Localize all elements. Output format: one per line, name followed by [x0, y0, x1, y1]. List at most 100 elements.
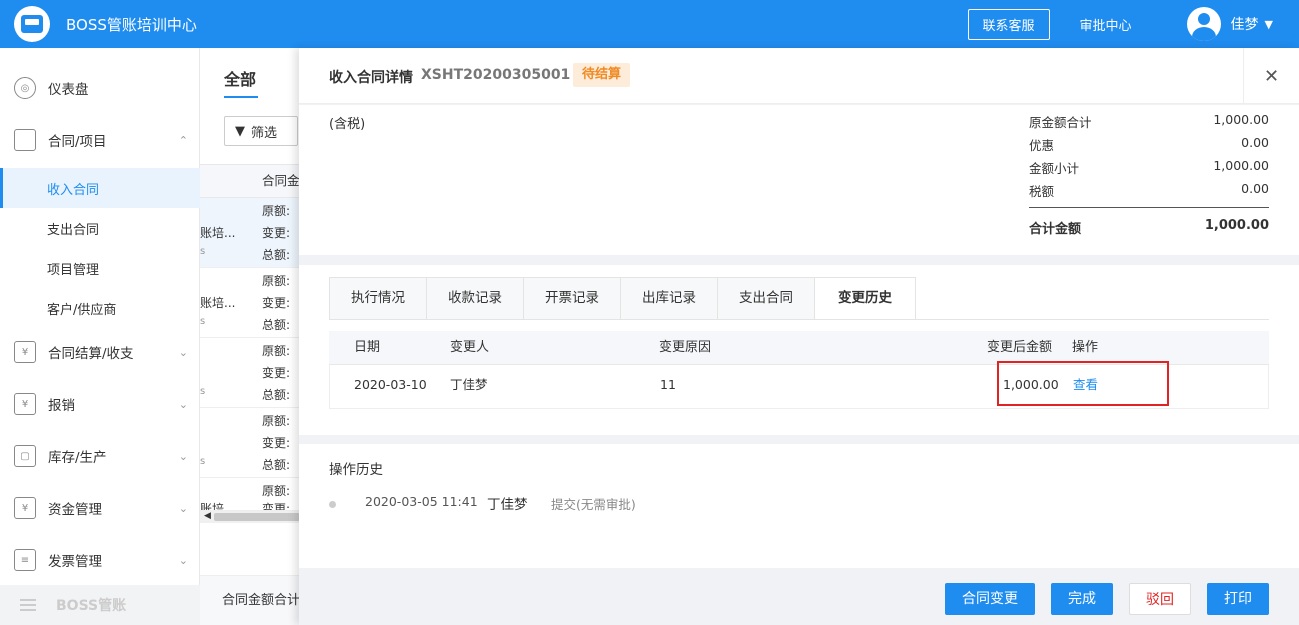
- column-header-reason: 变更原因: [659, 340, 712, 355]
- summary-divider: [1029, 207, 1269, 208]
- amount-summary-card: (含税) 原金额合计 1,000.00 优惠 0.00 金额小计 1,000.0…: [299, 105, 1299, 255]
- row-label: 原额:: [262, 344, 291, 358]
- column-header-action: 操作: [1072, 340, 1099, 355]
- row-label: 变更:: [262, 502, 291, 511]
- folder-icon: [14, 129, 36, 151]
- column-header-amount: 变更后金额: [987, 340, 1053, 355]
- tab-execution[interactable]: 执行情况: [330, 278, 427, 319]
- settlement-icon: ¥: [14, 341, 36, 363]
- sidebar-item-label: 库存/生产: [48, 450, 107, 466]
- contact-support-button[interactable]: 联系客服: [967, 8, 1050, 40]
- tax-note: (含税): [329, 117, 366, 132]
- sidebar-item-label: 合同结算/收支: [48, 346, 134, 362]
- sidebar: ◎ 仪表盘 合同/项目 ⌃ 收入合同 支出合同 项目管理 客户/供应商 ¥ 合同…: [0, 48, 200, 625]
- app-title: BOSS管账培训中心: [66, 15, 197, 34]
- top-bar: BOSS管账培训中心 联系客服 审批中心 佳梦 ▼: [0, 0, 1299, 48]
- summary-row: 原金额合计 1,000.00: [1029, 112, 1269, 131]
- approval-center-link[interactable]: 审批中心: [1080, 15, 1132, 34]
- row-name: 账培...: [200, 226, 236, 240]
- row-label: 原额:: [262, 484, 291, 498]
- table-row[interactable]: 账培... s 原额: 变更: 总额:: [200, 198, 300, 268]
- filter-button[interactable]: ▼ 筛选: [224, 116, 298, 146]
- tab-invoicing[interactable]: 开票记录: [524, 278, 621, 319]
- sidebar-item-invoices[interactable]: ≡ 发票管理 ⌄: [0, 540, 200, 580]
- table-row[interactable]: s 原额: 变更: 总额:: [200, 408, 300, 478]
- contract-change-button[interactable]: 合同变更: [945, 583, 1035, 615]
- change-date: 2020-03-10: [354, 377, 427, 392]
- summary-label: 税额: [1029, 184, 1055, 199]
- sidebar-item-projects[interactable]: 项目管理: [0, 248, 200, 288]
- user-name[interactable]: 佳梦: [1231, 14, 1259, 34]
- close-button[interactable]: ✕: [1243, 48, 1299, 104]
- table-header: 合同金: [200, 164, 300, 198]
- app-logo-icon: [14, 6, 50, 42]
- row-label: 变更:: [262, 296, 291, 310]
- tabs-divider: [329, 319, 1269, 320]
- sidebar-item-income-contract[interactable]: 收入合同: [0, 168, 200, 208]
- box-icon: ▢: [14, 445, 36, 467]
- drawer-footer: 合同变更 完成 驳回 打印: [299, 568, 1299, 625]
- sidebar-item-funds[interactable]: ¥ 资金管理 ⌄: [0, 488, 200, 528]
- sidebar-item-dashboard[interactable]: ◎ 仪表盘: [0, 68, 200, 108]
- sidebar-item-settlement[interactable]: ¥ 合同结算/收支 ⌄: [0, 332, 200, 372]
- sidebar-item-expense-contract[interactable]: 支出合同: [0, 208, 200, 248]
- sidebar-footer-label: BOSS管账: [56, 598, 127, 614]
- history-user: 丁佳梦: [487, 497, 528, 513]
- print-button[interactable]: 打印: [1207, 583, 1269, 615]
- reimburse-icon: ¥: [14, 393, 36, 415]
- tab-outbound[interactable]: 出库记录: [621, 278, 718, 319]
- table-row[interactable]: s 原额: 变更: 总额:: [200, 338, 300, 408]
- change-reason: 11: [660, 377, 676, 392]
- scroll-left-icon[interactable]: ◀: [204, 511, 211, 521]
- menu-icon: [20, 599, 36, 611]
- column-header-user: 变更人: [450, 340, 490, 355]
- total-label: 合计金额: [1029, 222, 1082, 237]
- tab-change-history[interactable]: 变更历史: [815, 278, 915, 320]
- summary-row: 优惠 0.00: [1029, 135, 1269, 154]
- tab-expense-contract[interactable]: 支出合同: [718, 278, 815, 319]
- table-row[interactable]: 账培... s 原额: 变更: 总额:: [200, 268, 300, 338]
- tab-all[interactable]: 全部: [224, 66, 256, 90]
- row-label: 原额:: [262, 204, 291, 218]
- summary-row: 金额小计 1,000.00: [1029, 158, 1269, 177]
- close-icon: ✕: [1263, 65, 1280, 87]
- table-row[interactable]: 账培 原额: 变更:: [200, 478, 300, 511]
- history-action: 提交(无需审批): [551, 497, 636, 512]
- summary-value: 1,000.00: [1213, 158, 1269, 173]
- sidebar-item-label: 仪表盘: [48, 82, 89, 98]
- invoice-icon: ≡: [14, 549, 36, 571]
- chevron-down-icon: ⌄: [178, 501, 188, 515]
- reject-button[interactable]: 驳回: [1129, 583, 1191, 615]
- operation-history-card: 操作历史 2020-03-05 11:41 丁佳梦 提交(无需审批): [299, 444, 1299, 568]
- sidebar-item-inventory[interactable]: ▢ 库存/生产 ⌄: [0, 436, 200, 476]
- chevron-down-icon[interactable]: ▼: [1265, 18, 1273, 31]
- history-time: 2020-03-05 11:41: [365, 494, 478, 509]
- list-footer-total: 合同金额合计: [200, 575, 300, 625]
- chevron-down-icon: ⌄: [178, 397, 188, 411]
- sidebar-item-label: 资金管理: [48, 502, 102, 518]
- summary-value: 0.00: [1241, 135, 1269, 150]
- sidebar-item-customers[interactable]: 客户/供应商: [0, 288, 200, 328]
- sidebar-item-label: 报销: [48, 398, 75, 414]
- row-label: 总额:: [262, 388, 291, 402]
- scrollbar-thumb[interactable]: [214, 513, 300, 521]
- sidebar-collapse-button[interactable]: BOSS管账: [0, 585, 200, 625]
- sidebar-item-reimburse[interactable]: ¥ 报销 ⌄: [0, 384, 200, 424]
- user-avatar-icon[interactable]: [1186, 7, 1221, 41]
- chevron-down-icon: ⌄: [178, 553, 188, 567]
- change-history-table-header: 日期 变更人 变更原因 变更后金额 操作: [329, 331, 1269, 365]
- summary-label: 原金额合计: [1029, 115, 1092, 130]
- tab-receipts[interactable]: 收款记录: [427, 278, 524, 319]
- highlight-box: [997, 361, 1169, 406]
- column-header-date: 日期: [354, 340, 381, 355]
- money-icon: ¥: [14, 497, 36, 519]
- sidebar-item-contracts[interactable]: 合同/项目 ⌃: [0, 120, 200, 160]
- chevron-down-icon: ⌄: [178, 345, 188, 359]
- dashboard-icon: ◎: [14, 77, 36, 99]
- filter-label: 筛选: [251, 125, 278, 141]
- operation-history-title: 操作历史: [329, 462, 383, 478]
- contract-list-panel: 全部 ▼ 筛选 合同金 账培... s 原额: 变更: 总额: 账培... s …: [200, 48, 300, 625]
- done-button[interactable]: 完成: [1051, 583, 1113, 615]
- horizontal-scrollbar[interactable]: ◀: [200, 511, 300, 523]
- drawer-title: 收入合同详情: [329, 70, 413, 86]
